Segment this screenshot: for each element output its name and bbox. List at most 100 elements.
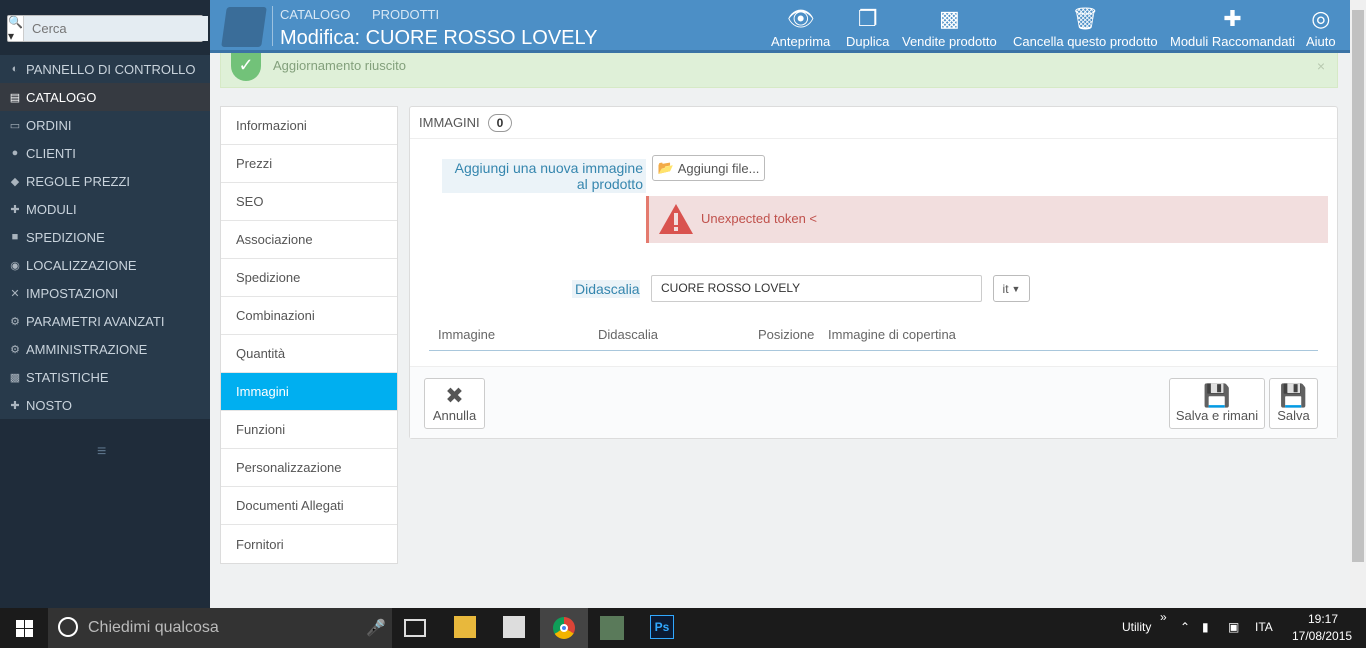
preview-button[interactable]: 👁 Anteprima	[771, 4, 830, 49]
nav-item-modules[interactable]: ✚ MODULI	[0, 195, 210, 223]
delete-product-button[interactable]: 🗑 Cancella questo prodotto	[1013, 4, 1158, 49]
nav-item-price-rules[interactable]: ◆ REGOLE PREZZI	[0, 167, 210, 195]
add-file-button[interactable]: 📂 Aggiungi file...	[652, 155, 765, 181]
images-panel: IMMAGINI 0 Aggiungi una nuova immagine a…	[409, 106, 1338, 439]
tab-features[interactable]: Funzioni	[221, 411, 397, 449]
nav-item-customers[interactable]: ● CLIENTI	[0, 139, 210, 167]
warning-icon	[659, 204, 693, 234]
store-icon[interactable]	[503, 616, 525, 638]
nav-item-stats[interactable]: ▩ STATISTICHE	[0, 363, 210, 391]
task-view-icon[interactable]	[404, 619, 426, 637]
bar-chart-icon: ▩	[9, 371, 21, 384]
wrench-icon: ✕	[10, 287, 20, 300]
language-indicator[interactable]: ITA	[1255, 620, 1273, 634]
help-button[interactable]: ◎ Aiuto	[1306, 4, 1336, 49]
windows-start-icon[interactable]	[16, 620, 33, 637]
col-cover: Immagine di copertina	[828, 327, 956, 342]
sales-button[interactable]: ▩ Vendite prodotto	[902, 4, 997, 49]
book-icon: ▤	[9, 91, 21, 104]
chrome-icon	[560, 624, 568, 632]
page-scrollbar[interactable]	[1350, 0, 1366, 608]
col-image: Immagine	[438, 327, 496, 342]
image-count-badge: 0	[487, 113, 513, 132]
nav-item-shipping[interactable]: ■ SPEDIZIONE	[0, 223, 210, 251]
nav-item-settings[interactable]: ✕ IMPOSTAZIONI	[0, 279, 210, 307]
duplicate-button[interactable]: ❐ Duplica	[846, 4, 889, 49]
photoshop-icon[interactable]: Ps	[650, 615, 674, 639]
puzzle-icon: ✚	[10, 203, 20, 216]
tab-suppliers[interactable]: Fornitori	[221, 525, 397, 563]
microphone-icon[interactable]: 🎤	[366, 618, 386, 638]
page-title: Modifica: CUORE ROSSO LOVELY	[280, 27, 598, 49]
clock-date[interactable]: 17/08/2015	[1292, 629, 1352, 643]
cortana-icon	[58, 617, 78, 637]
folder-open-icon: 📂	[657, 160, 674, 175]
save-icon: 💾	[1203, 383, 1231, 408]
language-select[interactable]: it ▼	[993, 275, 1030, 302]
tab-shipping[interactable]: Spedizione	[221, 259, 397, 297]
page-header: CATALOGO PRODOTTI Modifica: CUORE ROSSO …	[210, 0, 1350, 53]
breadcrumb-catalog[interactable]: CATALOGO	[280, 7, 350, 22]
nav-item-dashboard[interactable]: ◐ PANNELLO DI CONTROLLO	[0, 55, 210, 83]
users-icon: ●	[11, 147, 19, 159]
search-box: 🔍▾	[7, 15, 208, 43]
caption-input[interactable]: CUORE ROSSO LOVELY	[651, 275, 982, 302]
battery-icon[interactable]: ▮	[1202, 620, 1209, 634]
chevron-up-icon[interactable]: ⌃	[1180, 620, 1190, 634]
recommended-modules-button[interactable]: ✚ Moduli Raccomandati	[1170, 4, 1295, 49]
chevron-right-icon[interactable]: »	[1160, 610, 1167, 624]
globe-icon: ◉	[10, 259, 20, 272]
utility-toolbar[interactable]: Utility	[1122, 620, 1151, 634]
close-icon: ✖	[445, 383, 464, 408]
nav-item-localization[interactable]: ◉ LOCALIZZAZIONE	[0, 251, 210, 279]
notification-icon[interactable]: ▣	[1228, 620, 1239, 634]
cancel-button[interactable]: ✖ Annulla	[424, 378, 485, 429]
search-input[interactable]	[23, 16, 208, 41]
tab-seo[interactable]: SEO	[221, 183, 397, 221]
copy-icon: ❐	[857, 6, 878, 31]
nav-item-orders[interactable]: ▭ ORDINI	[0, 111, 210, 139]
nav-item-catalog[interactable]: ▤ CATALOGO	[0, 83, 210, 111]
app-icon[interactable]	[600, 616, 624, 640]
windows-taskbar: Chiedimi qualcosa 🎤 Ps Utility » ⌃ ▮ ▣ I…	[0, 608, 1366, 648]
save-icon: 💾	[1279, 383, 1308, 408]
truck-icon: ■	[11, 231, 19, 243]
clock-time[interactable]: 19:17	[1308, 612, 1338, 626]
tab-information[interactable]: Informazioni	[221, 107, 397, 145]
puzzle-icon: ✚	[10, 399, 20, 412]
puzzle-icon: ✚	[1223, 6, 1242, 31]
chrome-taskbar-button[interactable]	[540, 608, 588, 648]
lifebuoy-icon: ◎	[1311, 6, 1331, 31]
tab-customization[interactable]: Personalizzazione	[221, 449, 397, 487]
breadcrumb: CATALOGO PRODOTTI	[280, 7, 457, 22]
save-button[interactable]: 💾 Salva	[1269, 378, 1318, 429]
check-icon: ✓	[231, 53, 261, 81]
tab-associations[interactable]: Associazione	[221, 221, 397, 259]
tab-prices[interactable]: Prezzi	[221, 145, 397, 183]
nav-item-advanced[interactable]: ⚙ PARAMETRI AVANZATI	[0, 307, 210, 335]
col-position: Posizione	[758, 327, 815, 342]
product-tabs: Informazioni Prezzi SEO Associazione Spe…	[220, 106, 398, 564]
error-message: Unexpected token <	[701, 211, 817, 226]
file-explorer-icon[interactable]	[454, 616, 476, 638]
tags-icon: ◆	[10, 175, 20, 188]
tab-combinations[interactable]: Combinazioni	[221, 297, 397, 335]
menu-collapse-icon[interactable]: ≡	[97, 443, 106, 461]
tab-images[interactable]: Immagini	[221, 373, 397, 411]
panel-heading: IMMAGINI 0	[410, 107, 1337, 139]
tab-quantities[interactable]: Quantità	[221, 335, 397, 373]
book-icon	[221, 7, 267, 47]
search-icon[interactable]: 🔍▾	[8, 15, 24, 43]
nav-item-admin[interactable]: ⚙ AMMINISTRAZIONE	[0, 335, 210, 363]
save-and-stay-button[interactable]: 💾 Salva e rimani	[1169, 378, 1265, 429]
close-icon[interactable]: ×	[1317, 58, 1325, 74]
main-nav: ◐ PANNELLO DI CONTROLLO ▤ CATALOGO ▭ ORDINI…	[0, 55, 210, 419]
tab-attachments[interactable]: Documenti Allegati	[221, 487, 397, 525]
credit-card-icon: ▭	[9, 119, 21, 132]
nav-item-nosto[interactable]: ✚ NOSTO	[0, 391, 210, 419]
cog-icon: ⚙	[10, 343, 20, 356]
breadcrumb-products[interactable]: PRODOTTI	[372, 7, 439, 22]
trash-icon: 🗑	[1071, 6, 1100, 31]
cortana-search[interactable]: Chiedimi qualcosa 🎤	[48, 608, 392, 648]
col-caption: Didascalia	[598, 327, 658, 342]
